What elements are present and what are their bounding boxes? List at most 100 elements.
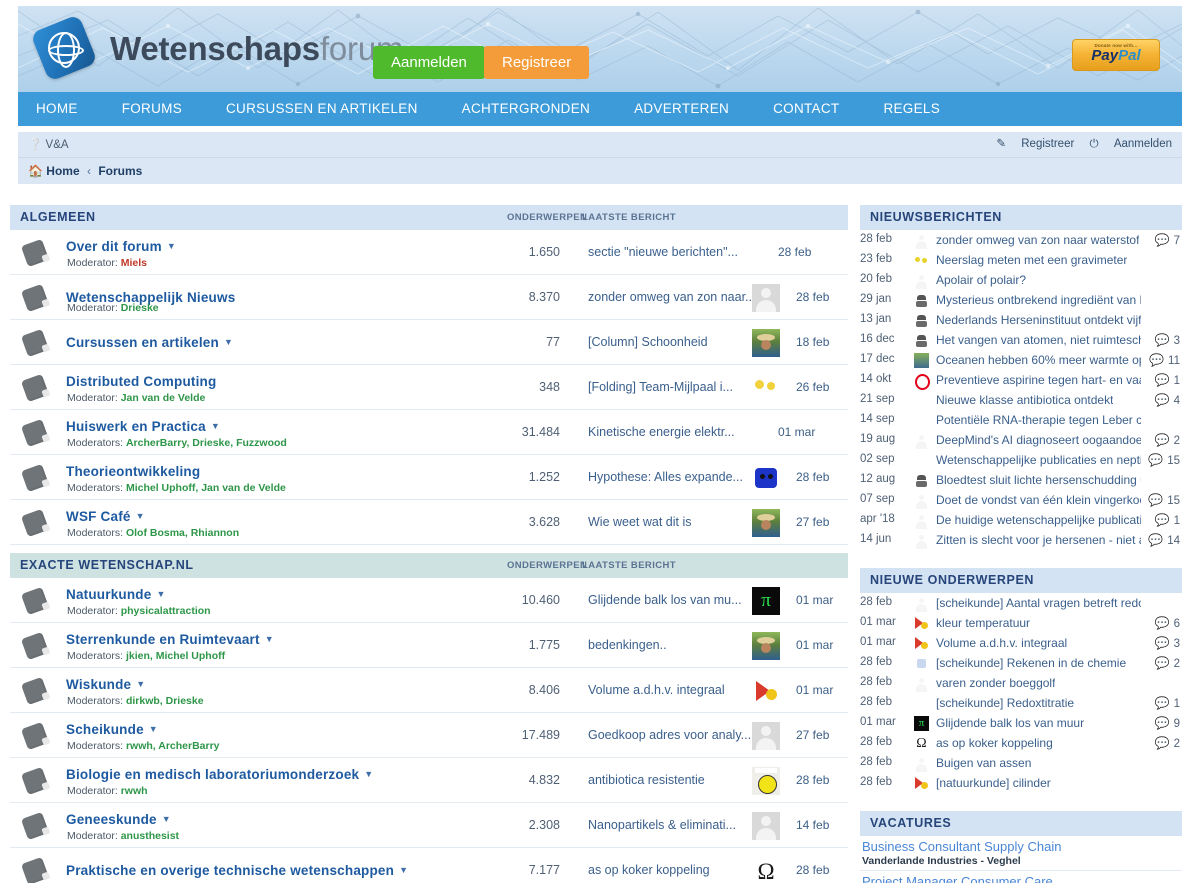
list-item[interactable]: 28 feb [scheikunde] Redoxtitratie 💬 1 xyxy=(860,693,1182,713)
list-item[interactable]: 14 jun Zitten is slecht voor je hersenen … xyxy=(860,530,1182,550)
moderator-names[interactable]: Miels xyxy=(121,257,147,269)
item-title[interactable]: Bloedtest sluit lichte hersenschudding u… xyxy=(936,473,1141,487)
forum-row[interactable]: Huiswerk en Practica ▼ Moderators: Archer… xyxy=(10,410,848,455)
item-title[interactable]: Wetenschappelijke publicaties en neptijd… xyxy=(936,453,1141,467)
moderator-names[interactable]: physicalattraction xyxy=(121,605,211,617)
item-title[interactable]: kleur temperatuur xyxy=(936,616,1030,630)
forum-link[interactable]: Biologie en medisch laboratoriumonderzoe… xyxy=(66,767,373,782)
nav-item-adverteren[interactable]: ADVERTEREN xyxy=(612,92,751,126)
forum-link[interactable]: Natuurkunde ▼ xyxy=(66,587,166,602)
list-item[interactable]: 13 jan Nederlands Herseninstituut ontdekt… xyxy=(860,310,1182,330)
list-item[interactable]: 14 sep Potentiële RNA-therapie tegen Lebe… xyxy=(860,410,1182,430)
forum-row[interactable]: Praktische en overige technische wetensc… xyxy=(10,848,848,883)
item-title[interactable]: Buigen van assen xyxy=(936,756,1031,770)
item-title[interactable]: Oceanen hebben 60% meer warmte opge... xyxy=(936,353,1141,367)
list-item[interactable]: 28 feb [scheikunde] Aantal vragen betreft… xyxy=(860,593,1182,613)
list-item[interactable]: 02 sep Wetenschappelijke publicaties en n… xyxy=(860,450,1182,470)
chevron-down-icon[interactable]: ▼ xyxy=(136,679,145,689)
nav-item-contact[interactable]: CONTACT xyxy=(751,92,861,126)
item-title[interactable]: Neerslag meten met een gravimeter xyxy=(936,253,1127,267)
forum-link[interactable]: Distributed Computing xyxy=(66,374,216,389)
chevron-down-icon[interactable]: ▼ xyxy=(364,769,373,779)
forum-link[interactable]: Wiskunde ▼ xyxy=(66,677,145,692)
item-title[interactable]: [scheikunde] Rekenen in de chemie xyxy=(936,656,1126,670)
last-post-title[interactable]: Volume a.d.h.v. integraal xyxy=(588,683,725,697)
last-post-title[interactable]: zonder omweg van zon naar... xyxy=(588,290,755,304)
register-button[interactable]: Registreer xyxy=(484,46,590,79)
moderator-names[interactable]: ArcherBarry, Drieske, Fuzzwood xyxy=(126,437,287,449)
nav-item-achtergronden[interactable]: ACHTERGRONDEN xyxy=(440,92,612,126)
site-logo[interactable] xyxy=(30,14,100,84)
breadcrumb-home[interactable]: Home xyxy=(46,164,79,178)
item-title[interactable]: Zitten is slecht voor je hersenen - niet… xyxy=(936,533,1141,547)
last-post-title[interactable]: Nanopartikels & eliminati... xyxy=(588,818,736,832)
chevron-down-icon[interactable]: ▼ xyxy=(399,865,408,875)
forum-row[interactable]: Biologie en medisch laboratoriumonderzoe… xyxy=(10,758,848,803)
moderator-names[interactable]: anusthesist xyxy=(121,830,179,842)
last-post-title[interactable]: Hypothese: Alles expande... xyxy=(588,470,743,484)
item-title[interactable]: Volume a.d.h.v. integraal xyxy=(936,636,1067,650)
nav-item-forums[interactable]: FORUMS xyxy=(100,92,204,126)
item-title[interactable]: Het vangen van atomen, niet ruimteschep.… xyxy=(936,333,1141,347)
item-title[interactable]: [scheikunde] Aantal vragen betreft redox… xyxy=(936,596,1141,610)
paypal-donate-button[interactable]: Donate now with... PayPal xyxy=(1072,39,1160,71)
utility-register-link[interactable]: ✎ Registreer xyxy=(996,138,1074,150)
last-post-title[interactable]: antibiotica resistentie xyxy=(588,773,705,787)
list-item[interactable]: 01 mar kleur temperatuur 💬 6 xyxy=(860,613,1182,633)
moderator-names[interactable]: rwwh xyxy=(121,785,148,797)
breadcrumb-current[interactable]: Forums xyxy=(98,164,142,178)
forum-row[interactable]: Sterrenkunde en Ruimtevaart ▼ Moderators:… xyxy=(10,623,848,668)
forum-row[interactable]: Geneeskunde ▼ Moderator: anusthesist 2.30… xyxy=(10,803,848,848)
item-title[interactable]: [scheikunde] Redoxtitratie xyxy=(936,696,1074,710)
chevron-down-icon[interactable]: ▼ xyxy=(156,589,165,599)
forum-row[interactable]: Wetenschappelijk Nieuws Moderator: Dries… xyxy=(10,275,848,320)
forum-link[interactable]: Cursussen en artikelen ▼ xyxy=(66,335,233,350)
last-post-title[interactable]: Glijdende balk los van mu... xyxy=(588,593,742,607)
list-item[interactable]: 14 okt Preventieve aspirine tegen hart- e… xyxy=(860,370,1182,390)
list-item[interactable]: 28 feb [natuurkunde] cilinder xyxy=(860,773,1182,793)
forum-row[interactable]: Wiskunde ▼ Moderators: dirkwb, Drieske 8.… xyxy=(10,668,848,713)
list-item[interactable]: 28 feb Buigen van assen xyxy=(860,753,1182,773)
item-title[interactable]: Preventieve aspirine tegen hart- en vaat… xyxy=(936,373,1141,387)
list-item[interactable]: 17 dec Oceanen hebben 60% meer warmte opg… xyxy=(860,350,1182,370)
last-post-title[interactable]: Goedkoop adres voor analy... xyxy=(588,728,751,742)
chevron-down-icon[interactable]: ▼ xyxy=(265,634,274,644)
chevron-down-icon[interactable]: ▼ xyxy=(136,511,145,521)
forum-link[interactable]: Scheikunde ▼ xyxy=(66,722,158,737)
moderator-names[interactable]: Olof Bosma, Rhiannon xyxy=(126,527,239,539)
job-title[interactable]: Business Consultant Supply Chain xyxy=(862,839,1182,854)
nav-item-cursussen[interactable]: CURSUSSEN EN ARTIKELEN xyxy=(204,92,440,126)
forum-link[interactable]: Praktische en overige technische wetensc… xyxy=(66,863,408,878)
item-title[interactable]: Potentiële RNA-therapie tegen Leber cong… xyxy=(936,413,1141,427)
forum-link[interactable]: Theorieontwikkeling xyxy=(66,464,200,479)
list-item[interactable]: 29 jan Mysterieus ontbrekend ingrediënt v… xyxy=(860,290,1182,310)
list-item[interactable]: 01 mar π Glijdende balk los van muur 💬 9 xyxy=(860,713,1182,733)
job-item[interactable]: Project Manager Consumer Care... Philips… xyxy=(860,871,1182,883)
job-item[interactable]: Business Consultant Supply Chain Vanderl… xyxy=(860,836,1182,871)
list-item[interactable]: 12 aug Bloedtest sluit lichte hersenschud… xyxy=(860,470,1182,490)
list-item[interactable]: 28 feb zonder omweg van zon naar watersto… xyxy=(860,230,1182,250)
forum-link[interactable]: Geneeskunde ▼ xyxy=(66,812,171,827)
forum-row[interactable]: Over dit forum ▼ Moderator: Miels 1.650 s… xyxy=(10,230,848,275)
utility-login-link[interactable]: ⏻ Aanmelden xyxy=(1090,138,1172,150)
list-item[interactable]: apr '18 De huidige wetenschappelijke publ… xyxy=(860,510,1182,530)
item-title[interactable]: Glijdende balk los van muur xyxy=(936,716,1084,730)
list-item[interactable]: 19 aug DeepMind's AI diagnoseert oogaando… xyxy=(860,430,1182,450)
last-post-title[interactable]: Wie weet wat dit is xyxy=(588,515,692,529)
item-title[interactable]: DeepMind's AI diagnoseert oogaandoenin..… xyxy=(936,433,1141,447)
moderator-names[interactable]: Drieske xyxy=(121,302,159,314)
item-title[interactable]: Doet de vondst van één klein vingerkootj… xyxy=(936,493,1141,507)
chevron-down-icon[interactable]: ▼ xyxy=(149,724,158,734)
list-item[interactable]: 28 feb [scheikunde] Rekenen in de chemie 💬… xyxy=(860,653,1182,673)
list-item[interactable]: 21 sep Nieuwe klasse antibiotica ontdekt 💬… xyxy=(860,390,1182,410)
chevron-down-icon[interactable]: ▼ xyxy=(211,421,220,431)
nav-item-home[interactable]: HOME xyxy=(18,92,100,126)
item-title[interactable]: as op koker koppeling xyxy=(936,736,1053,750)
item-title[interactable]: varen zonder boeggolf xyxy=(936,676,1055,690)
last-post-title[interactable]: [Column] Schoonheid xyxy=(588,335,708,349)
job-title[interactable]: Project Manager Consumer Care... xyxy=(862,874,1182,883)
forum-link[interactable]: Sterrenkunde en Ruimtevaart ▼ xyxy=(66,632,274,647)
forum-row[interactable]: Cursussen en artikelen ▼ 77 [Column] Scho… xyxy=(10,320,848,365)
login-button[interactable]: Aanmelden xyxy=(373,46,485,79)
faq-link[interactable]: ❔ V&A xyxy=(28,137,69,151)
